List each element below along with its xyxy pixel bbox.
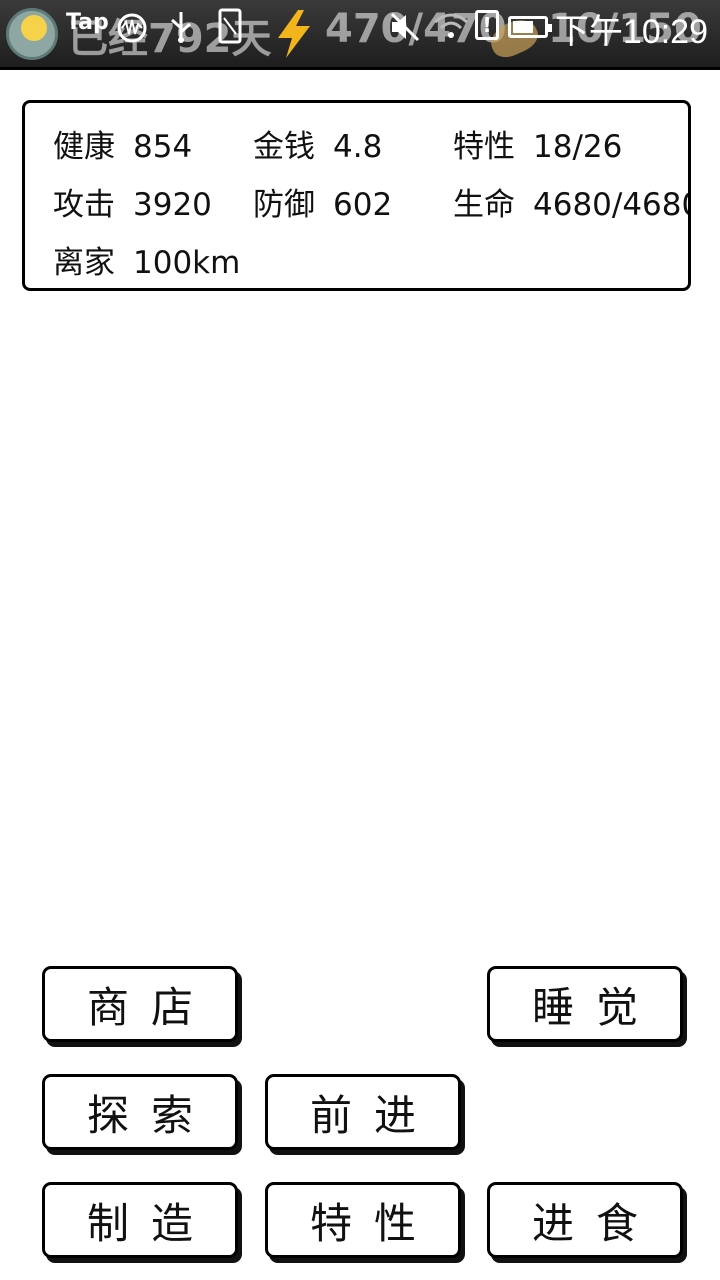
stat-traits: 特性 18/26	[453, 121, 622, 166]
sim-icon	[218, 8, 242, 44]
sleep-button[interactable]: 睡觉	[487, 966, 683, 1042]
stat-value: 4.8	[333, 129, 383, 165]
mute-icon	[390, 12, 420, 42]
stat-value: 602	[333, 187, 393, 223]
stat-value: 18/26	[533, 129, 623, 165]
usb-icon	[171, 12, 191, 43]
stat-value: 854	[133, 129, 193, 165]
equalizer-icon	[117, 13, 147, 43]
stat-label: 健康	[53, 129, 115, 165]
stat-label: 离家	[53, 245, 115, 281]
stat-value: 100km	[133, 245, 241, 281]
stat-health: 健康 854	[53, 121, 192, 166]
stat-value: 4680/4680	[533, 187, 691, 223]
status-icons: Tap ! 下午10:29	[0, 0, 720, 66]
stat-label: 金钱	[253, 129, 315, 165]
tap-app-icon: Tap	[66, 10, 109, 35]
wifi-icon	[434, 13, 468, 38]
stats-panel: 健康 854 金钱 4.8 特性 18/26 攻击 3920 防御 602 生命 4680/…	[22, 100, 691, 291]
stat-label: 攻击	[53, 187, 115, 223]
stat-label: 生命	[453, 187, 515, 223]
clock: 下午10:29	[554, 13, 708, 51]
status-bar: 已经792天 470/470 10/150 Tap ! 下午10:29	[0, 0, 720, 70]
alert-icon: !	[475, 10, 499, 40]
shop-button[interactable]: 商店	[42, 966, 238, 1042]
advance-button[interactable]: 前进	[265, 1074, 461, 1150]
stat-defense: 防御 602	[253, 179, 392, 224]
explore-button[interactable]: 探索	[42, 1074, 238, 1150]
stat-value: 3920	[133, 187, 212, 223]
stat-label: 特性	[453, 129, 515, 165]
eat-button[interactable]: 进食	[487, 1182, 683, 1258]
stat-attack: 攻击 3920	[53, 179, 212, 224]
stat-life: 生命 4680/4680	[453, 179, 691, 224]
battery-charging-icon	[508, 16, 552, 38]
stat-money: 金钱 4.8	[253, 121, 382, 166]
traits-button[interactable]: 特性	[265, 1182, 461, 1258]
craft-button[interactable]: 制造	[42, 1182, 238, 1258]
stat-distance: 离家 100km	[53, 237, 240, 282]
stat-label: 防御	[253, 187, 315, 223]
